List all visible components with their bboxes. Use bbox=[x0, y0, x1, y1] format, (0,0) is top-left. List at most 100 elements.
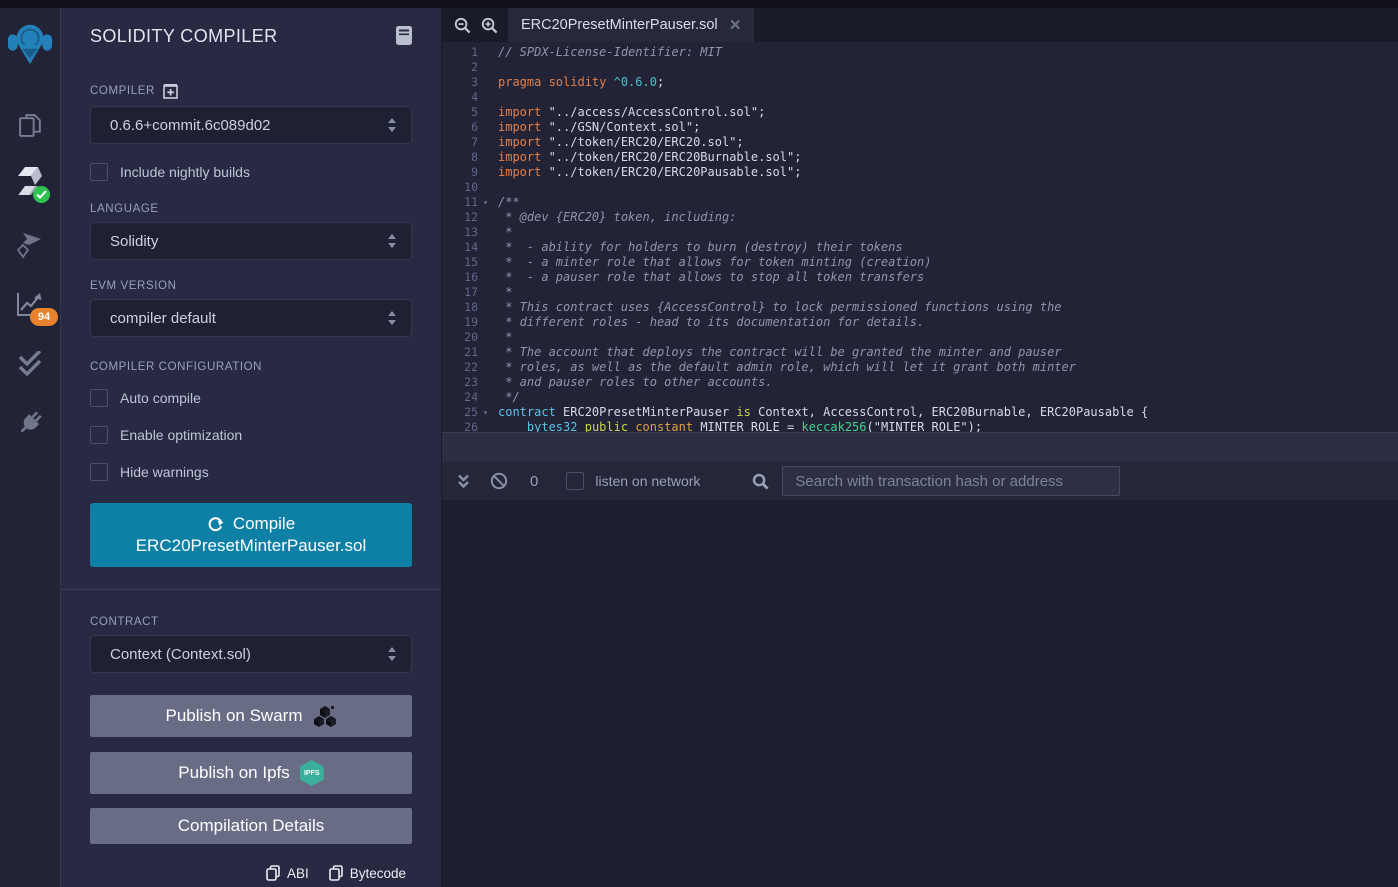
auto-compile-checkbox[interactable] bbox=[90, 389, 108, 407]
editor-tab[interactable]: ERC20PresetMinterPauser.sol × bbox=[508, 8, 754, 42]
code-line[interactable]: 18 * This contract uses {AccessControl} … bbox=[442, 300, 1398, 315]
code-line[interactable]: 6import "../GSN/Context.sol"; bbox=[442, 120, 1398, 135]
evm-version-select[interactable]: compiler default bbox=[90, 299, 412, 337]
hide-warnings-checkbox[interactable] bbox=[90, 463, 108, 481]
sidebar-item-testing[interactable] bbox=[16, 351, 44, 377]
sidebar-item-file-explorer[interactable] bbox=[17, 112, 44, 139]
code-line[interactable]: 9import "../token/ERC20/ERC20Pausable.so… bbox=[442, 165, 1398, 180]
line-number[interactable]: 1 bbox=[442, 45, 478, 60]
code-line[interactable]: 2 bbox=[442, 60, 1398, 75]
terminal-output-area[interactable] bbox=[442, 500, 1398, 887]
code-line[interactable]: 13 * bbox=[442, 225, 1398, 240]
line-number[interactable]: 14 bbox=[442, 240, 478, 255]
code-line[interactable]: 25▾contract ERC20PresetMinterPauser is C… bbox=[442, 405, 1398, 420]
line-number[interactable]: 16 bbox=[442, 270, 478, 285]
copy-bytecode-button[interactable]: Bytecode bbox=[329, 865, 406, 881]
compilation-details-button[interactable]: Compilation Details bbox=[90, 808, 412, 844]
code-text: * and pauser roles to other accounts. bbox=[493, 375, 1398, 390]
code-line[interactable]: 10 bbox=[442, 180, 1398, 195]
line-number[interactable]: 4 bbox=[442, 90, 478, 105]
expand-terminal-icon[interactable] bbox=[457, 474, 470, 489]
code-line[interactable]: 4 bbox=[442, 90, 1398, 105]
line-number[interactable]: 23 bbox=[442, 375, 478, 390]
sidebar-item-analysis[interactable]: 94 bbox=[16, 291, 44, 317]
sidebar-item-plugin-manager[interactable] bbox=[17, 409, 44, 436]
code-line[interactable]: 5import "../access/AccessControl.sol"; bbox=[442, 105, 1398, 120]
line-number[interactable]: 13 bbox=[442, 225, 478, 240]
sidebar-item-solidity-compiler[interactable] bbox=[17, 167, 43, 197]
line-number[interactable]: 11 bbox=[442, 195, 478, 210]
listen-on-network-checkbox[interactable] bbox=[566, 472, 584, 490]
remix-logo-icon bbox=[7, 20, 53, 66]
terminal-search-input[interactable] bbox=[782, 466, 1120, 496]
select-chevron-icon bbox=[387, 647, 397, 661]
fold-spacer bbox=[478, 60, 493, 75]
code-line[interactable]: 19 * different roles - head to its docum… bbox=[442, 315, 1398, 330]
compile-button[interactable]: Compile ERC20PresetMinterPauser.sol bbox=[90, 503, 412, 567]
fold-arrow-icon[interactable]: ▾ bbox=[478, 405, 493, 420]
code-text: * bbox=[493, 225, 1398, 240]
fold-arrow-icon[interactable]: ▾ bbox=[478, 195, 493, 210]
code-line[interactable]: 11▾/** bbox=[442, 195, 1398, 210]
code-line[interactable]: 20 * bbox=[442, 330, 1398, 345]
compiler-version-select[interactable]: 0.6.6+commit.6c089d02 bbox=[90, 106, 412, 144]
line-number[interactable]: 17 bbox=[442, 285, 478, 300]
line-number[interactable]: 26 bbox=[442, 420, 478, 432]
line-number[interactable]: 19 bbox=[442, 315, 478, 330]
line-number[interactable]: 9 bbox=[442, 165, 478, 180]
line-number[interactable]: 22 bbox=[442, 360, 478, 375]
line-number[interactable]: 8 bbox=[442, 150, 478, 165]
code-line[interactable]: 12 * @dev {ERC20} token, including: bbox=[442, 210, 1398, 225]
line-number[interactable]: 7 bbox=[442, 135, 478, 150]
contract-select[interactable]: Context (Context.sol) bbox=[90, 635, 412, 673]
code-line[interactable]: 7import "../token/ERC20/ERC20.sol"; bbox=[442, 135, 1398, 150]
code-lines[interactable]: 1// SPDX-License-Identifier: MIT23pragma… bbox=[442, 42, 1398, 432]
fold-spacer bbox=[478, 135, 493, 150]
code-line[interactable]: 14 * - ability for holders to burn (dest… bbox=[442, 240, 1398, 255]
code-line[interactable]: 16 * - a pauser role that allows to stop… bbox=[442, 270, 1398, 285]
copy-abi-button[interactable]: ABI bbox=[266, 865, 309, 881]
fold-spacer bbox=[478, 330, 493, 345]
zoom-out-icon[interactable] bbox=[454, 17, 471, 34]
code-line[interactable]: 23 * and pauser roles to other accounts. bbox=[442, 375, 1398, 390]
line-number[interactable]: 25 bbox=[442, 405, 478, 420]
code-line[interactable]: 3pragma solidity ^0.6.0; bbox=[442, 75, 1398, 90]
code-line[interactable]: 26 bytes32 public constant MINTER_ROLE =… bbox=[442, 420, 1398, 432]
terminal-resize-handle[interactable] bbox=[442, 432, 1398, 462]
tab-close-icon[interactable]: × bbox=[730, 16, 741, 35]
publish-on-swarm-button[interactable]: Publish on Swarm bbox=[90, 695, 412, 737]
documentation-icon[interactable] bbox=[396, 26, 412, 45]
publish-on-ipfs-button[interactable]: Publish on Ipfs IPFS bbox=[90, 752, 412, 794]
line-number[interactable]: 21 bbox=[442, 345, 478, 360]
line-number[interactable]: 2 bbox=[442, 60, 478, 75]
terminal-toolbar: 0 listen on network bbox=[442, 462, 1398, 500]
line-number[interactable]: 24 bbox=[442, 390, 478, 405]
remix-logo[interactable] bbox=[7, 20, 53, 66]
code-line[interactable]: 1// SPDX-License-Identifier: MIT bbox=[442, 45, 1398, 60]
line-number[interactable]: 10 bbox=[442, 180, 478, 195]
compile-button-label: Compile bbox=[233, 513, 295, 535]
line-number[interactable]: 3 bbox=[442, 75, 478, 90]
clear-console-icon[interactable] bbox=[490, 472, 508, 490]
transaction-count: 0 bbox=[530, 473, 538, 490]
line-number[interactable]: 12 bbox=[442, 210, 478, 225]
line-number[interactable]: 18 bbox=[442, 300, 478, 315]
vertical-icon-panel: 94 bbox=[0, 8, 61, 887]
code-line[interactable]: 21 * The account that deploys the contra… bbox=[442, 345, 1398, 360]
line-number[interactable]: 5 bbox=[442, 105, 478, 120]
zoom-in-icon[interactable] bbox=[481, 17, 498, 34]
enable-optimization-checkbox[interactable] bbox=[90, 426, 108, 444]
deploy-run-icon bbox=[15, 231, 45, 259]
nightly-builds-checkbox[interactable] bbox=[90, 163, 108, 181]
code-line[interactable]: 15 * - a minter role that allows for tok… bbox=[442, 255, 1398, 270]
line-number[interactable]: 20 bbox=[442, 330, 478, 345]
code-line[interactable]: 22 * roles, as well as the default admin… bbox=[442, 360, 1398, 375]
line-number[interactable]: 15 bbox=[442, 255, 478, 270]
sidebar-item-deploy-and-run[interactable] bbox=[15, 231, 45, 259]
line-number[interactable]: 6 bbox=[442, 120, 478, 135]
code-line[interactable]: 17 * bbox=[442, 285, 1398, 300]
code-line[interactable]: 24 */ bbox=[442, 390, 1398, 405]
add-compiler-icon[interactable] bbox=[163, 83, 178, 99]
language-select[interactable]: Solidity bbox=[90, 222, 412, 260]
code-line[interactable]: 8import "../token/ERC20/ERC20Burnable.so… bbox=[442, 150, 1398, 165]
